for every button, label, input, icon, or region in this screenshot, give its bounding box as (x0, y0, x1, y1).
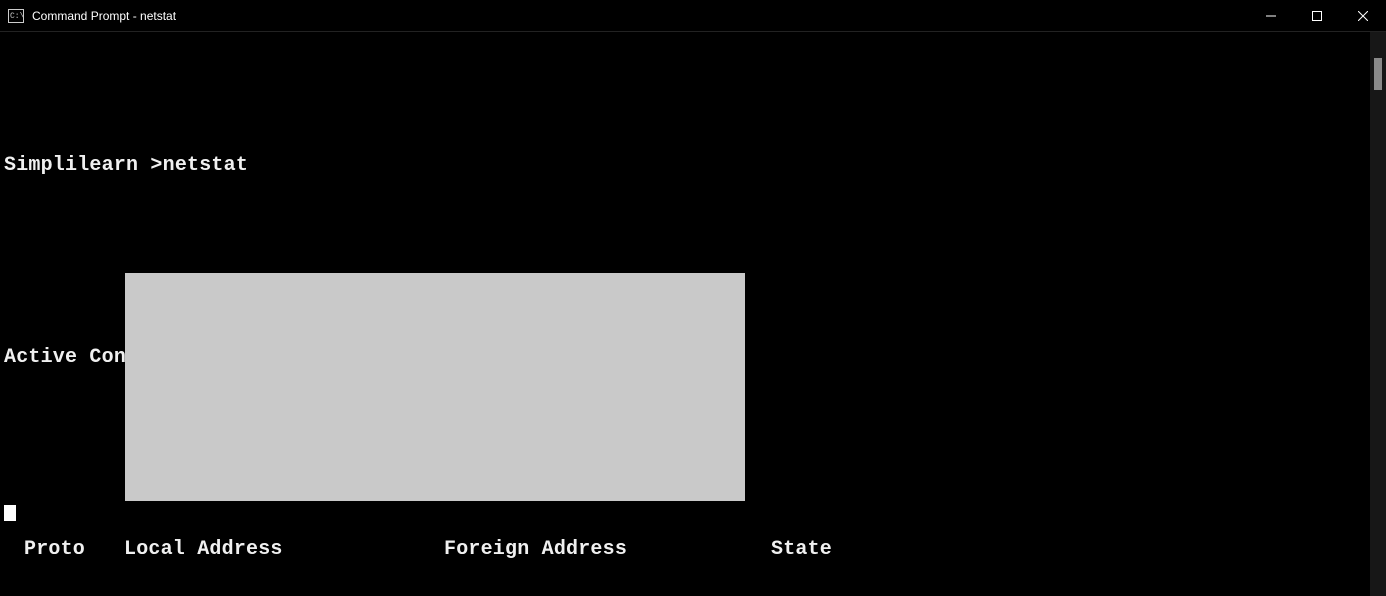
svg-text:C:\: C:\ (10, 12, 24, 21)
cmd-icon: C:\ (8, 8, 24, 24)
window-title: Command Prompt - netstat (32, 9, 1248, 23)
window-titlebar[interactable]: C:\ Command Prompt - netstat (0, 0, 1386, 32)
table-header-row: ProtoLocal AddressForeign AddressState (4, 534, 1386, 566)
window-controls (1248, 1, 1386, 31)
close-button[interactable] (1340, 1, 1386, 31)
col-local-header: Local Address (124, 534, 444, 566)
prompt-line: Simplilearn >netstat (4, 150, 1386, 182)
col-foreign-header: Foreign Address (444, 534, 771, 566)
col-proto-header: Proto (24, 534, 124, 566)
col-state-header: State (771, 534, 832, 566)
text-cursor (4, 505, 16, 521)
redaction-overlay (125, 273, 745, 501)
maximize-button[interactable] (1294, 1, 1340, 31)
command-prompt-window: C:\ Command Prompt - netstat Simplilearn… (0, 0, 1386, 596)
minimize-button[interactable] (1248, 1, 1294, 31)
scrollbar-thumb[interactable] (1374, 58, 1382, 90)
terminal-body[interactable]: Simplilearn >netstat Active Connections … (0, 32, 1386, 596)
scrollbar-vertical[interactable] (1370, 32, 1386, 596)
